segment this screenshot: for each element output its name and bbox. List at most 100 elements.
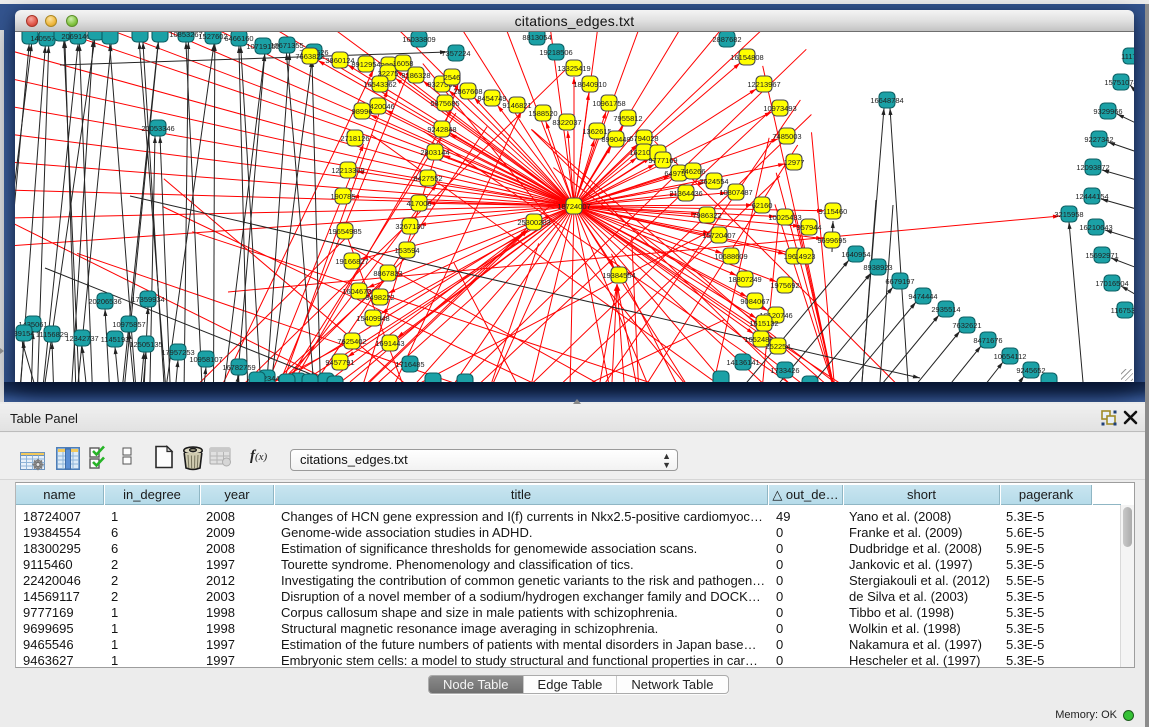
svg-text:19654985: 19654985: [328, 227, 361, 236]
svg-text:2935514: 2935514: [931, 305, 960, 314]
svg-text:1640954: 1640954: [841, 250, 870, 259]
svg-text:8427552: 8427552: [413, 174, 442, 183]
svg-text:8938923: 8938923: [863, 263, 892, 272]
svg-text:1527602: 1527602: [198, 32, 227, 41]
svg-text:957944: 957944: [796, 223, 821, 232]
svg-text:20206536: 20206536: [88, 297, 121, 306]
svg-text:39154: 39154: [15, 329, 34, 338]
svg-text:18724007: 18724007: [557, 202, 590, 211]
svg-text:10807487: 10807487: [719, 188, 752, 197]
svg-text:9329966: 9329966: [1093, 107, 1122, 116]
svg-text:19166827: 19166827: [335, 257, 368, 266]
svg-text:153594: 153594: [394, 246, 419, 255]
svg-text:7955812: 7955812: [613, 114, 642, 123]
svg-text:1716485: 1716485: [395, 360, 424, 369]
svg-text:2803144: 2803144: [420, 148, 449, 157]
svg-text:7663822: 7663822: [295, 52, 324, 61]
svg-text:8990448: 8990448: [601, 135, 630, 144]
svg-text:2718126: 2718126: [340, 134, 369, 143]
svg-text:6679197: 6679197: [885, 277, 914, 286]
svg-text:252254: 252254: [765, 342, 790, 351]
svg-text:11173: 11173: [1121, 52, 1134, 61]
svg-text:9242848: 9242848: [427, 125, 456, 134]
svg-text:16648784: 16648784: [870, 96, 903, 105]
svg-text:62160: 62160: [752, 201, 773, 210]
svg-text:11156829: 11156829: [36, 330, 68, 339]
svg-text:13325419: 13325419: [557, 64, 590, 73]
svg-text:9146821: 9146821: [502, 101, 531, 110]
svg-text:2546: 2546: [444, 73, 461, 82]
svg-text:18807249: 18807249: [728, 275, 761, 284]
svg-text:16033809: 16033809: [402, 35, 435, 44]
svg-text:9699695: 9699695: [817, 236, 846, 245]
svg-text:18640910: 18640910: [573, 80, 606, 89]
svg-text:1975692: 1975692: [770, 281, 799, 290]
svg-text:8912954: 8912954: [351, 60, 380, 69]
svg-text:10654112: 10654112: [994, 352, 1027, 361]
svg-text:10025433: 10025433: [768, 213, 801, 222]
svg-text:1691443: 1691443: [375, 339, 404, 348]
svg-text:16154808: 16154808: [730, 53, 763, 62]
svg-text:9245652: 9245652: [1016, 366, 1045, 375]
svg-text:8813054: 8813054: [522, 33, 551, 42]
svg-text:9777169: 9777169: [648, 156, 677, 165]
svg-text:7357224: 7357224: [441, 49, 470, 58]
svg-text:12213369: 12213369: [331, 166, 364, 175]
svg-text:20053346: 20053346: [141, 124, 174, 133]
svg-text:17016504: 17016504: [1095, 279, 1128, 288]
svg-text:7986322: 7986322: [692, 211, 721, 220]
svg-text:9084067: 9084067: [740, 297, 769, 306]
svg-text:7485003: 7485003: [772, 132, 801, 141]
svg-text:1733426: 1733426: [770, 366, 799, 375]
svg-text:12505135: 12505135: [129, 340, 162, 349]
svg-text:1615132: 1615132: [749, 319, 778, 328]
svg-text:10973493: 10973493: [763, 104, 796, 113]
svg-text:98996: 98996: [352, 107, 373, 116]
svg-text:8471676: 8471676: [973, 336, 1002, 345]
svg-text:10961758: 10961758: [592, 99, 625, 108]
svg-text:190785: 190785: [330, 192, 355, 201]
svg-text:17359934: 17359934: [131, 295, 164, 304]
svg-text:3215958: 3215958: [1054, 210, 1083, 219]
svg-text:25300203: 25300203: [517, 218, 550, 227]
svg-text:10958107: 10958107: [189, 355, 222, 364]
svg-text:15409948: 15409948: [356, 314, 389, 323]
svg-text:12093872: 12093872: [1076, 163, 1109, 172]
svg-text:15692971: 15692971: [1085, 251, 1118, 260]
svg-text:1145193: 1145193: [101, 335, 130, 344]
svg-text:7625402: 7625402: [337, 337, 366, 346]
svg-text:19384554: 19384554: [602, 271, 635, 280]
svg-text:21364436: 21364436: [669, 189, 702, 198]
svg-text:3498222: 3498222: [365, 293, 394, 302]
svg-text:15751074: 15751074: [1104, 78, 1134, 87]
svg-text:16210643: 16210643: [1079, 223, 1112, 232]
svg-text:2887682: 2887682: [712, 35, 741, 44]
svg-text:9115460: 9115460: [819, 207, 848, 216]
svg-text:8186328: 8186328: [401, 71, 430, 80]
svg-text:9474444: 9474444: [908, 292, 937, 301]
svg-text:12342737: 12342737: [65, 334, 98, 343]
svg-text:12444154: 12444154: [1075, 192, 1108, 201]
svg-text:10688609: 10688609: [714, 252, 747, 261]
svg-text:14136141: 14136141: [726, 358, 759, 367]
svg-text:746266: 746266: [680, 167, 705, 176]
svg-text:8867833: 8867833: [373, 269, 402, 278]
svg-text:16543362: 16543362: [363, 80, 396, 89]
svg-text:10975857: 10975857: [112, 320, 145, 329]
svg-text:8322037: 8322037: [552, 118, 581, 127]
svg-text:15720407: 15720407: [702, 231, 735, 240]
svg-text:9227342: 9227342: [1084, 135, 1113, 144]
svg-text:6794028: 6794028: [629, 134, 658, 143]
svg-text:19218506: 19218506: [539, 48, 572, 57]
svg-text:16782759: 16782759: [222, 363, 255, 372]
svg-text:9457791: 9457791: [325, 358, 354, 367]
svg-text:1167534: 1167534: [1111, 306, 1134, 315]
svg-text:5875685: 5875685: [430, 99, 459, 108]
svg-text:417006: 417006: [406, 199, 431, 208]
svg-text:3267130: 3267130: [395, 222, 424, 231]
svg-text:14923: 14923: [795, 252, 816, 261]
svg-text:12977: 12977: [784, 158, 805, 167]
svg-text:3624554: 3624554: [699, 177, 728, 186]
svg-text:12213967: 12213967: [747, 80, 780, 89]
svg-text:16058: 16058: [393, 59, 414, 68]
